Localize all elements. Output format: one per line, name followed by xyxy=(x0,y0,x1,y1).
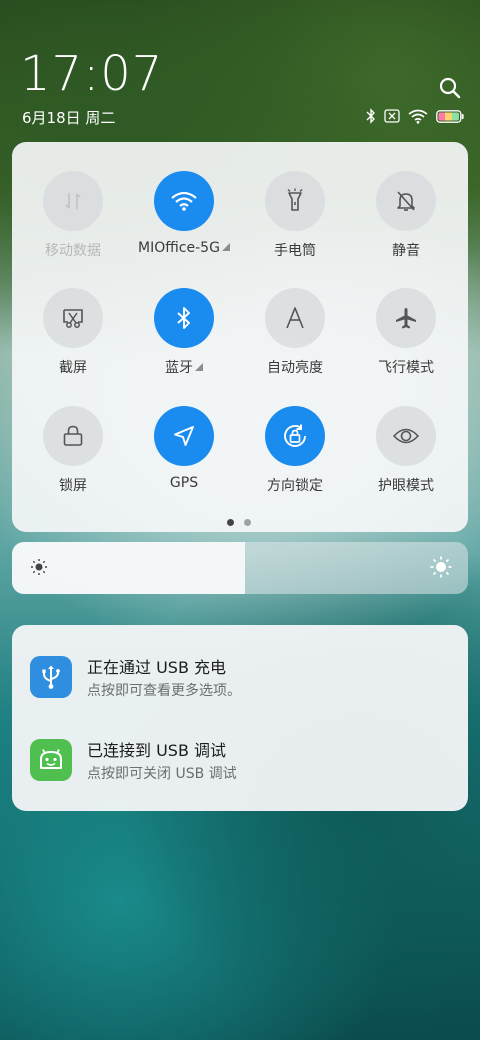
tile-label: GPS xyxy=(169,475,199,491)
notification-title: 已连接到 USB 调试 xyxy=(87,741,227,760)
quick-settings-panel: 移动数据 MIOffice-5G 手电筒 静音 截屏 蓝牙 自动亮度 飞行模式 … xyxy=(12,142,468,532)
notification-panel: 正在通过 USB 充电 点按即可查看更多选项。 已连接到 USB 调试 点按即可… xyxy=(12,625,468,811)
page-dot-current xyxy=(227,519,234,526)
tile-lock-screen[interactable]: 锁屏 xyxy=(18,406,128,495)
tile-label: 移动数据 xyxy=(45,243,101,259)
rotation-lock-icon xyxy=(265,406,325,466)
wifi-icon xyxy=(408,109,428,124)
tile-screenshot[interactable]: 截屏 xyxy=(18,288,128,377)
tile-label-row: 蓝牙 xyxy=(129,357,239,377)
tile-bluetooth[interactable]: 蓝牙 xyxy=(129,288,239,377)
sun-low-icon xyxy=(30,558,48,580)
flashlight-icon xyxy=(265,171,325,231)
tile-label: 截屏 xyxy=(59,360,87,376)
tile-flashlight[interactable]: 手电筒 xyxy=(240,171,350,260)
tile-rotation-lock[interactable]: 方向锁定 xyxy=(240,406,350,495)
expand-corner-icon[interactable] xyxy=(221,243,230,251)
page-indicator xyxy=(227,519,251,526)
no-sim-icon xyxy=(384,109,400,123)
wifi-icon xyxy=(154,171,214,231)
location-arrow-icon xyxy=(154,406,214,466)
tile-gps[interactable]: GPS xyxy=(129,406,239,491)
auto-brightness-icon xyxy=(265,288,325,348)
tile-label: 方向锁定 xyxy=(267,478,323,494)
tile-label: 飞行模式 xyxy=(378,360,434,376)
tile-label-row: MIOffice-5G xyxy=(129,240,239,256)
clock-date: 6月18日 周二 xyxy=(22,109,116,127)
notification-usb-charging[interactable]: 正在通过 USB 充电 点按即可查看更多选项。 xyxy=(30,656,450,699)
airplane-icon xyxy=(376,288,436,348)
page-dot xyxy=(244,519,251,526)
tile-label: 静音 xyxy=(392,243,420,259)
brightness-slider[interactable] xyxy=(12,542,468,594)
clock-time: 17:07 xyxy=(20,46,164,102)
android-icon xyxy=(30,739,72,781)
notification-subtitle: 点按即可关闭 USB 调试 xyxy=(87,766,237,782)
bluetooth-icon xyxy=(154,288,214,348)
mobile-data-icon xyxy=(43,171,103,231)
tile-label: 锁屏 xyxy=(59,478,87,494)
tile-eye-protection[interactable]: 护眼模式 xyxy=(351,406,461,495)
tile-mobile-data[interactable]: 移动数据 xyxy=(18,171,128,260)
search-icon[interactable] xyxy=(438,76,464,102)
eye-icon xyxy=(376,406,436,466)
sun-high-icon xyxy=(430,556,452,582)
status-bar-icons xyxy=(366,108,464,124)
tile-label: MIOffice-5G xyxy=(138,240,220,256)
tile-label: 护眼模式 xyxy=(378,478,434,494)
tile-label: 蓝牙 xyxy=(165,360,193,376)
screenshot-icon xyxy=(43,288,103,348)
mute-bell-icon xyxy=(376,171,436,231)
expand-corner-icon[interactable] xyxy=(195,363,203,371)
tile-auto-brightness[interactable]: 自动亮度 xyxy=(240,288,350,377)
tile-airplane[interactable]: 飞行模式 xyxy=(351,288,461,377)
battery-icon xyxy=(436,109,464,123)
tile-wifi[interactable]: MIOffice-5G xyxy=(129,171,239,256)
tile-label: 自动亮度 xyxy=(267,360,323,376)
tile-label: 手电筒 xyxy=(274,243,316,259)
bluetooth-icon xyxy=(366,108,376,124)
tile-mute[interactable]: 静音 xyxy=(351,171,461,260)
usb-icon xyxy=(30,656,72,698)
lock-icon xyxy=(43,406,103,466)
notification-subtitle: 点按即可查看更多选项。 xyxy=(87,683,241,699)
notification-title: 正在通过 USB 充电 xyxy=(87,658,227,677)
notification-usb-debugging[interactable]: 已连接到 USB 调试 点按即可关闭 USB 调试 xyxy=(30,739,450,782)
